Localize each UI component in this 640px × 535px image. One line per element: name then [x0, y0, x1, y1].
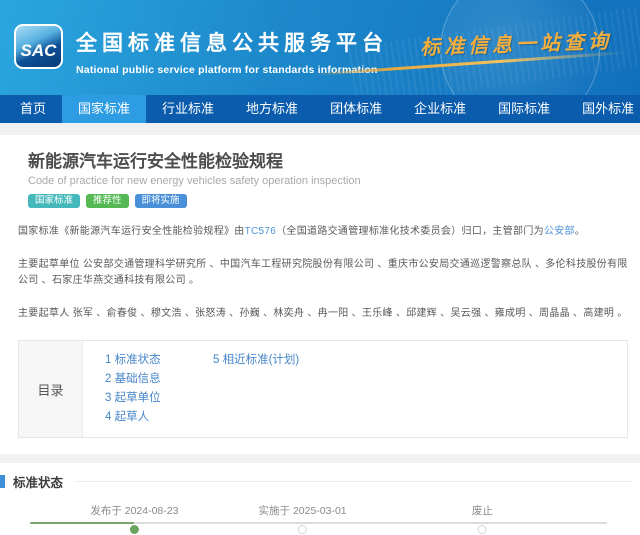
status-timeline: 发布于 2024-08-23 实施于 2025-03-01 废止 — [30, 495, 610, 535]
toc-column-2: 5 相近标准(计划) — [213, 351, 299, 427]
section-divider-line — [75, 481, 632, 482]
timeline-label-published: 发布于 2024-08-23 — [90, 503, 178, 518]
sac-logo: SAC — [14, 24, 63, 69]
main-nav: 首页 国家标准 行业标准 地方标准 团体标准 企业标准 国际标准 国外标准 示范… — [0, 95, 640, 123]
toc-column-1: 1 标准状态 2 基础信息 3 起草单位 4 起草人 — [105, 351, 213, 427]
badge-recommended: 推荐性 — [86, 194, 129, 208]
sac-logo-text: SAC — [21, 41, 57, 67]
platform-title: 全国标准信息公共服务平台 — [76, 27, 388, 57]
timeline-dot-implemented-icon — [298, 525, 307, 534]
drafters-paragraph: 主要起草人 张军 、俞春俊 、穆文浩 、张怒涛 、孙巍 、林奕舟 、冉一阳 、王… — [18, 306, 630, 323]
toc-link-drafters[interactable]: 4 起草人 — [105, 408, 213, 427]
platform-title-block: 全国标准信息公共服务平台 National public service pla… — [76, 27, 388, 76]
nav-item-home[interactable]: 首页 — [4, 95, 62, 123]
nav-item-group-standards[interactable]: 团体标准 — [314, 95, 398, 123]
ministry-of-public-security-link[interactable]: 公安部 — [544, 226, 575, 237]
status-section-title: 标准状态 — [13, 472, 63, 491]
timeline-node-abolished: 废止 — [472, 503, 493, 534]
standard-title-en: Code of practice for new energy vehicles… — [28, 175, 630, 187]
timeline-dot-published-icon — [130, 525, 139, 534]
section-accent-bar — [0, 475, 5, 488]
standard-detail-panel: 新能源汽车运行安全性能检验规程 Code of practice for new… — [0, 135, 640, 454]
site-header: SAC 全国标准信息公共服务平台 National public service… — [0, 0, 640, 95]
intro-prefix: 国家标准《新能源汽车运行安全性能检验规程》由 — [18, 226, 245, 237]
tc576-link[interactable]: TC576 — [245, 226, 277, 237]
timeline-node-implemented: 实施于 2025-03-01 — [259, 503, 347, 534]
timeline-node-published: 发布于 2024-08-23 — [90, 503, 178, 534]
toc-box: 目录 1 标准状态 2 基础信息 3 起草单位 4 起草人 5 相近标准(计划) — [18, 340, 628, 438]
toc-link-similar-standards[interactable]: 5 相近标准(计划) — [213, 351, 299, 370]
intro-suffix: 。 — [575, 226, 585, 237]
nav-item-international-standards[interactable]: 国际标准 — [482, 95, 566, 123]
toc-links: 1 标准状态 2 基础信息 3 起草单位 4 起草人 5 相近标准(计划) — [83, 341, 299, 437]
intro-middle: （全国道路交通管理标准化技术委员会）归口，主管部门为 — [276, 226, 544, 237]
toc-label: 目录 — [19, 341, 83, 437]
nav-item-national-standards[interactable]: 国家标准 — [62, 95, 146, 123]
standard-badges: 国家标准 推荐性 即将实施 — [28, 194, 630, 208]
timeline-label-abolished: 废止 — [472, 503, 493, 518]
timeline-dot-abolished-icon — [478, 525, 487, 534]
nav-item-foreign-standards[interactable]: 国外标准 — [566, 95, 640, 123]
status-section-header: 标准状态 — [0, 472, 640, 491]
standard-title: 新能源汽车运行安全性能检验规程 — [28, 147, 630, 172]
timeline-label-implemented: 实施于 2025-03-01 — [259, 503, 347, 518]
nav-item-enterprise-standards[interactable]: 企业标准 — [398, 95, 482, 123]
badge-national-standard: 国家标准 — [28, 194, 80, 208]
status-section: 标准状态 发布于 2024-08-23 实施于 2025-03-01 废止 — [0, 463, 640, 535]
standard-intro-paragraph: 国家标准《新能源汽车运行安全性能检验规程》由TC576（全国道路交通管理标准化技… — [18, 224, 630, 241]
badge-upcoming-implementation: 即将实施 — [135, 194, 187, 208]
nav-item-industry-standards[interactable]: 行业标准 — [146, 95, 230, 123]
toc-link-basic-info[interactable]: 2 基础信息 — [105, 370, 213, 389]
drafting-units-paragraph: 主要起草单位 公安部交通管理科学研究所 、中国汽车工程研究院股份有限公司 、重庆… — [18, 257, 630, 290]
toc-link-standard-status[interactable]: 1 标准状态 — [105, 351, 213, 370]
nav-item-local-standards[interactable]: 地方标准 — [230, 95, 314, 123]
toc-link-drafting-units[interactable]: 3 起草单位 — [105, 389, 213, 408]
